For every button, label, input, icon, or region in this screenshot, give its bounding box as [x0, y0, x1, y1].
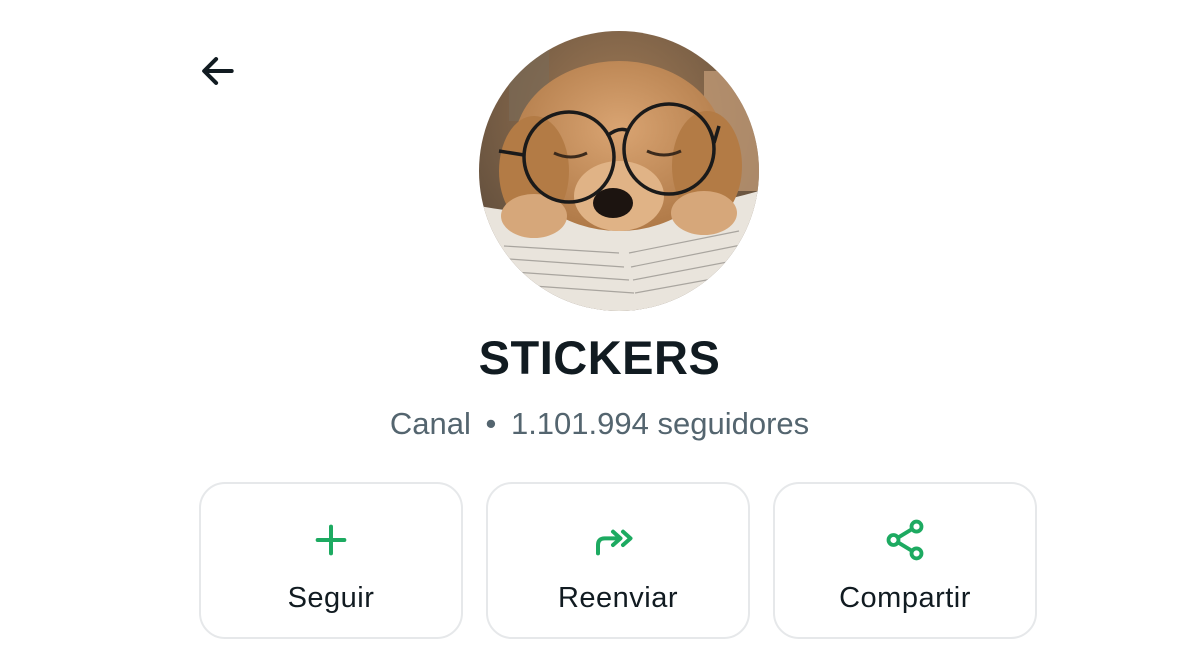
separator-dot: • [485, 406, 497, 441]
puppy-with-glasses-avatar [479, 31, 759, 311]
follow-button[interactable]: Seguir [199, 482, 463, 639]
share-button-label: Compartir [839, 582, 971, 614]
follow-button-label: Seguir [287, 582, 375, 614]
channel-name: STICKERS [478, 331, 721, 384]
followers-count: 1.101.994 seguidores [510, 406, 810, 441]
share-icon [775, 516, 1035, 564]
back-button[interactable] [188, 42, 246, 100]
action-buttons: Seguir Reenviar Compartir [199, 482, 1040, 643]
share-button[interactable]: Compartir [773, 482, 1037, 639]
forward-button[interactable]: Reenviar [486, 482, 750, 639]
channel-type-label: Canal [389, 406, 471, 441]
plus-icon [201, 516, 461, 564]
channel-avatar[interactable] [479, 31, 759, 311]
forward-icon [488, 516, 748, 564]
channel-info-page: STICKERS Canal • 1.101.994 seguidores Se… [0, 0, 1199, 667]
channel-subtitle: Canal • 1.101.994 seguidores [0, 404, 1199, 444]
forward-button-label: Reenviar [557, 582, 679, 614]
arrow-left-icon [202, 57, 234, 85]
